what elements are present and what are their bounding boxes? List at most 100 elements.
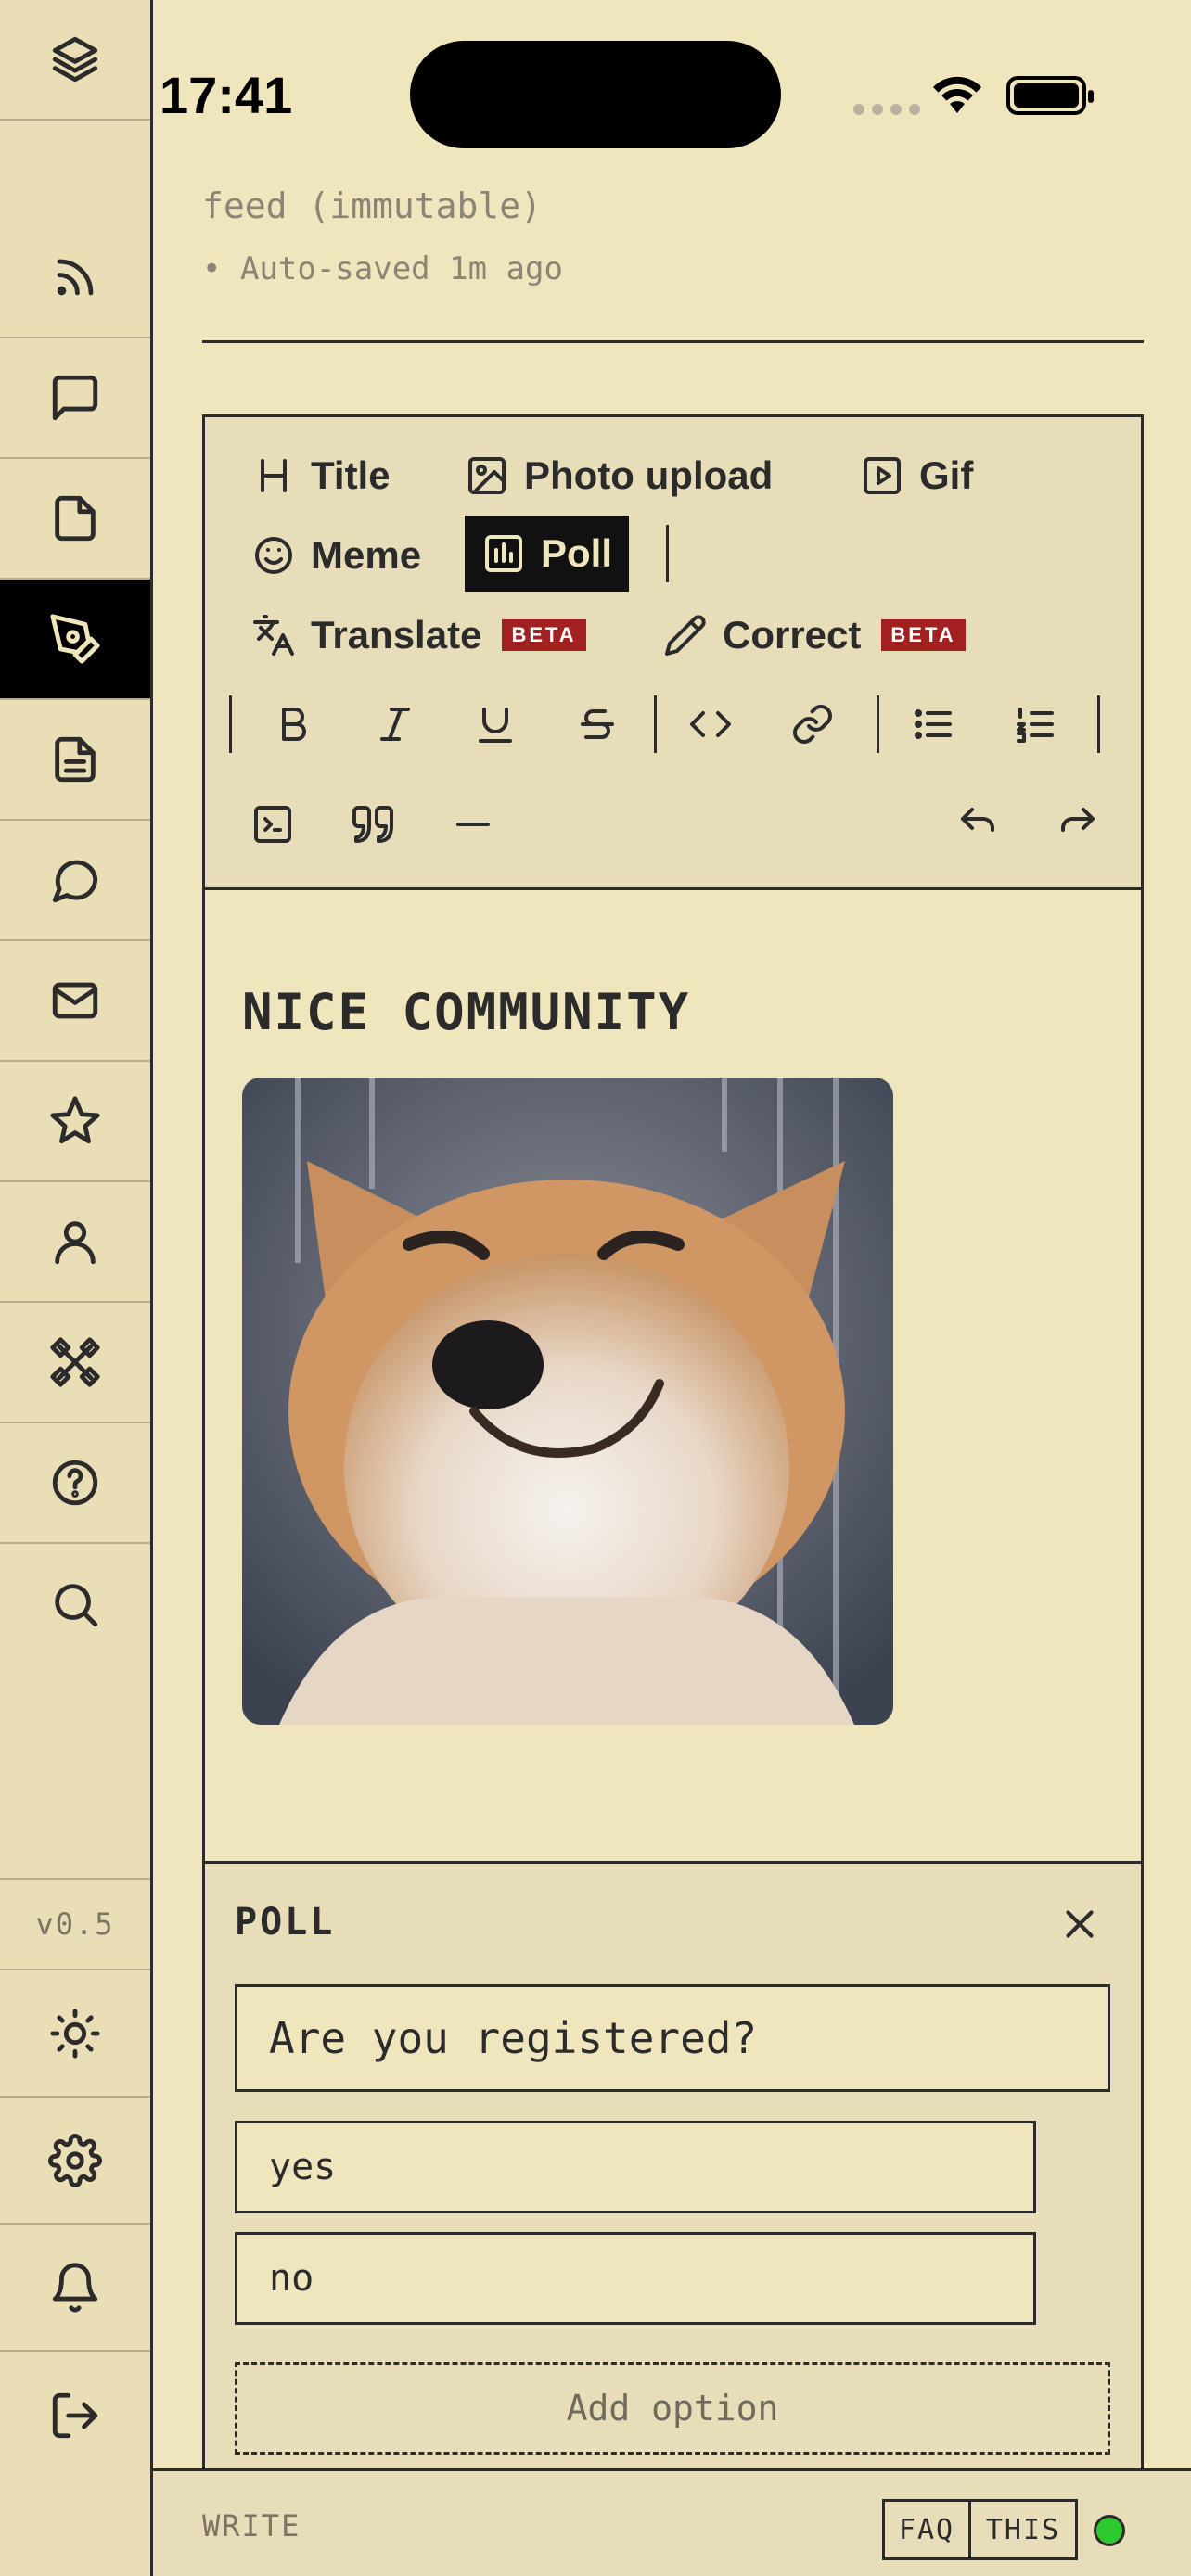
correct-button[interactable]: Correct BETA [647, 599, 982, 671]
add-option-button[interactable]: Add option [235, 2362, 1110, 2455]
sidebar-item-logout[interactable] [0, 2352, 150, 2479]
beta-badge: BETA [881, 619, 966, 651]
close-icon[interactable] [1057, 1901, 1103, 1947]
bar-chart-icon [485, 535, 522, 572]
translate-button[interactable]: Translate BETA [235, 599, 603, 671]
redo-button[interactable] [1045, 792, 1110, 857]
quote-icon [352, 806, 393, 843]
sidebar-item-comments[interactable] [0, 821, 150, 941]
online-status-indicator [1094, 2515, 1125, 2546]
this-button[interactable]: THIS [968, 2499, 1078, 2560]
link-icon [793, 705, 832, 744]
bullet-list-button[interactable] [901, 692, 966, 757]
sidebar-item-search[interactable] [0, 1544, 150, 1664]
sidebar-item-document[interactable] [0, 700, 150, 821]
horizontal-rule-button[interactable] [441, 792, 506, 857]
toolbar-separator [654, 695, 657, 753]
sidebar-item-chat[interactable] [0, 338, 150, 459]
meme-button[interactable]: Meme [235, 519, 438, 592]
editor-toolbar: Title Photo upload Gif Meme Poll Transla… [205, 417, 1141, 890]
pen-tool-icon [50, 614, 100, 664]
sidebar-item-layers[interactable] [0, 0, 150, 121]
poll-question-input[interactable]: Are you registered? [235, 1984, 1110, 2092]
poll-option-input[interactable]: yes [235, 2121, 1036, 2213]
mode-label: WRITE [202, 2508, 301, 2544]
italic-icon [380, 708, 410, 741]
photo-upload-button[interactable]: Photo upload [448, 440, 789, 512]
italic-button[interactable] [363, 692, 428, 757]
sidebar-item-file[interactable] [0, 459, 150, 580]
layers-icon [52, 36, 98, 83]
ordered-list-button[interactable] [1003, 692, 1068, 757]
battery-icon [1006, 76, 1094, 115]
user-icon [55, 1221, 96, 1265]
file-icon [55, 495, 96, 542]
bottom-bar: WRITE FAQ THIS [153, 2468, 1191, 2576]
autosave-status: • Auto-saved 1m ago [202, 250, 563, 287]
star-icon [50, 1096, 100, 1144]
toolbar-separator [229, 695, 232, 753]
rss-icon [57, 259, 94, 296]
play-square-icon [864, 457, 901, 494]
file-text-icon [55, 736, 96, 783]
tools-icon [50, 1337, 100, 1387]
sidebar-item-help[interactable] [0, 1423, 150, 1544]
undo-icon [961, 808, 994, 832]
list-ordered-icon [1017, 708, 1054, 743]
code-button[interactable] [678, 692, 743, 757]
status-time: 17:41 [160, 66, 293, 124]
feed-label: feed (immutable) [202, 185, 543, 226]
wifi-icon [933, 76, 981, 113]
post-title: NICE COMMUNITY [242, 983, 691, 1041]
minus-icon [456, 823, 490, 826]
log-out-icon [52, 2392, 98, 2438]
poll-option-input[interactable]: no [235, 2232, 1036, 2325]
cellular-signal-icon [853, 104, 920, 115]
beta-badge: BETA [502, 619, 586, 651]
sun-icon [50, 2008, 100, 2059]
languages-icon [253, 615, 294, 656]
help-circle-icon [52, 1460, 98, 1506]
sidebar-item-tools[interactable] [0, 1303, 150, 1423]
sidebar-item-theme[interactable] [0, 1970, 150, 2098]
image-icon [468, 457, 506, 494]
text-cursor [666, 525, 669, 582]
sidebar: v0.5 [0, 0, 153, 2576]
gif-button[interactable]: Gif [843, 440, 990, 512]
faq-button[interactable]: FAQ [882, 2499, 971, 2560]
search-icon [55, 1584, 98, 1627]
poll-button[interactable]: Poll [465, 516, 630, 592]
title-button[interactable]: Title [235, 440, 407, 512]
poll-label: POLL [235, 1901, 336, 1944]
editor: Title Photo upload Gif Meme Poll Transla… [202, 414, 1144, 2576]
bold-button[interactable] [261, 692, 326, 757]
sidebar-item-feed[interactable] [0, 218, 150, 338]
message-circle-icon [52, 860, 98, 903]
toolbar-separator [1097, 695, 1100, 753]
mail-icon [52, 982, 98, 1019]
gear-icon [48, 2133, 102, 2187]
strikethrough-button[interactable] [565, 692, 630, 757]
redo-icon [1061, 808, 1095, 832]
underline-icon [479, 708, 512, 743]
underline-button[interactable] [463, 692, 528, 757]
smile-icon [255, 537, 292, 574]
link-button[interactable] [780, 692, 845, 757]
pencil-icon [665, 615, 706, 656]
sidebar-item-mail[interactable] [0, 941, 150, 1062]
message-square-icon [52, 375, 98, 421]
undo-button[interactable] [945, 792, 1010, 857]
bold-icon [282, 708, 306, 741]
toolbar-separator [877, 695, 879, 753]
sidebar-item-write[interactable] [0, 580, 150, 700]
bell-icon [52, 2262, 98, 2312]
quote-button[interactable] [340, 792, 405, 857]
terminal-square-icon [254, 806, 291, 843]
sidebar-item-favorites[interactable] [0, 1062, 150, 1182]
code-icon [690, 711, 731, 737]
code-block-button[interactable] [240, 792, 305, 857]
sidebar-item-notifications[interactable] [0, 2225, 150, 2352]
sidebar-item-settings[interactable] [0, 2098, 150, 2225]
sidebar-item-profile[interactable] [0, 1182, 150, 1303]
strikethrough-icon [581, 709, 614, 739]
